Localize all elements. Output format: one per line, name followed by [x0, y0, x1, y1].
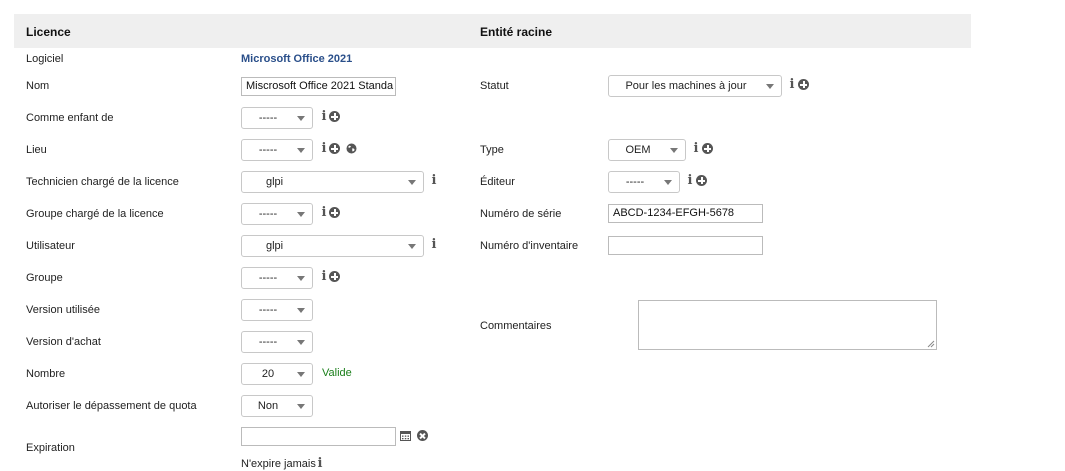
- info-icon[interactable]: i: [321, 110, 327, 123]
- version-utilisee-value: -----: [258, 304, 278, 316]
- editeur-label: Éditeur: [480, 176, 515, 188]
- utilisateur-select[interactable]: glpi: [241, 235, 424, 257]
- chevron-down-icon: [297, 404, 305, 409]
- resize-grip-icon[interactable]: [927, 340, 935, 348]
- type-value: OEM: [625, 144, 651, 156]
- info-icon[interactable]: i: [431, 174, 437, 187]
- comme-enfant-label: Comme enfant de: [26, 112, 114, 124]
- groupe-charge-value: -----: [258, 208, 278, 220]
- groupe-label: Groupe: [26, 272, 63, 284]
- clear-icon[interactable]: [417, 430, 428, 441]
- comme-enfant-select[interactable]: -----: [241, 107, 313, 129]
- version-achat-value: -----: [258, 336, 278, 348]
- info-icon[interactable]: i: [693, 142, 699, 155]
- lieu-label: Lieu: [26, 144, 47, 156]
- commentaires-textarea[interactable]: [638, 300, 937, 350]
- chevron-down-icon: [297, 308, 305, 313]
- lieu-value: -----: [258, 144, 278, 156]
- version-utilisee-select[interactable]: -----: [241, 299, 313, 321]
- serial-input[interactable]: ABCD-1234-EFGH-5678: [608, 204, 763, 223]
- quota-value: Non: [257, 400, 279, 412]
- technicien-value: glpi: [266, 176, 284, 188]
- calendar-icon[interactable]: [400, 430, 411, 441]
- add-circle-icon[interactable]: [329, 271, 340, 282]
- lieu-select[interactable]: -----: [241, 139, 313, 161]
- info-icon[interactable]: i: [321, 270, 327, 283]
- logiciel-label: Logiciel: [26, 53, 64, 65]
- chevron-down-icon: [408, 180, 416, 185]
- info-icon[interactable]: i: [321, 142, 327, 155]
- editeur-select[interactable]: -----: [608, 171, 680, 193]
- statut-value: Pour les machines à jour: [625, 80, 747, 92]
- version-achat-select[interactable]: -----: [241, 331, 313, 353]
- quota-select[interactable]: Non: [241, 395, 313, 417]
- commentaires-label: Commentaires: [480, 320, 552, 332]
- expiration-date-input[interactable]: [241, 427, 396, 446]
- version-achat-label: Version d'achat: [26, 336, 101, 348]
- utilisateur-label: Utilisateur: [26, 240, 75, 252]
- nom-label: Nom: [26, 80, 50, 92]
- add-circle-icon[interactable]: [702, 143, 713, 154]
- nombre-value: 20: [261, 368, 275, 380]
- technicien-label: Technicien chargé de la licence: [26, 176, 179, 188]
- add-circle-icon[interactable]: [329, 143, 340, 154]
- chevron-down-icon: [297, 340, 305, 345]
- nombre-select[interactable]: 20: [241, 363, 313, 385]
- add-circle-icon[interactable]: [329, 207, 340, 218]
- expiration-label: Expiration: [26, 442, 75, 454]
- editeur-value: -----: [625, 176, 645, 188]
- entity-header: Entité racine: [480, 25, 553, 39]
- info-icon[interactable]: i: [317, 457, 323, 470]
- comme-enfant-value: -----: [258, 112, 278, 124]
- chevron-down-icon: [297, 372, 305, 377]
- version-utilisee-label: Version utilisée: [26, 304, 100, 316]
- groupe-charge-label: Groupe chargé de la licence: [26, 208, 164, 220]
- technicien-select[interactable]: glpi: [241, 171, 424, 193]
- chevron-down-icon: [297, 276, 305, 281]
- info-icon[interactable]: i: [431, 238, 437, 251]
- add-circle-icon[interactable]: [696, 175, 707, 186]
- groupe-charge-select[interactable]: -----: [241, 203, 313, 225]
- groupe-value: -----: [258, 272, 278, 284]
- inventory-label: Numéro d'inventaire: [480, 240, 579, 252]
- valid-status: Valide: [322, 367, 352, 379]
- nom-input[interactable]: Miscrosoft Office 2021 Standa: [241, 77, 396, 96]
- chevron-down-icon: [670, 148, 678, 153]
- chevron-down-icon: [766, 84, 774, 89]
- serial-label: Numéro de série: [480, 208, 562, 220]
- statut-label: Statut: [480, 80, 509, 92]
- add-circle-icon[interactable]: [329, 111, 340, 122]
- chevron-down-icon: [408, 244, 416, 249]
- info-icon[interactable]: i: [687, 174, 693, 187]
- type-label: Type: [480, 144, 504, 156]
- info-icon[interactable]: i: [789, 78, 795, 91]
- chevron-down-icon: [297, 148, 305, 153]
- inventory-input[interactable]: [608, 236, 763, 255]
- info-icon[interactable]: i: [321, 206, 327, 219]
- chevron-down-icon: [297, 212, 305, 217]
- chevron-down-icon: [664, 180, 672, 185]
- quota-label: Autoriser le dépassement de quota: [26, 400, 197, 412]
- nombre-label: Nombre: [26, 368, 66, 380]
- utilisateur-value: glpi: [266, 240, 284, 252]
- type-select[interactable]: OEM: [608, 139, 686, 161]
- logiciel-link[interactable]: Microsoft Office 2021: [241, 52, 352, 66]
- add-circle-icon[interactable]: [798, 79, 809, 90]
- statut-select[interactable]: Pour les machines à jour: [608, 75, 782, 97]
- licence-header: Licence: [26, 25, 71, 39]
- groupe-select[interactable]: -----: [241, 267, 313, 289]
- globe-icon[interactable]: [346, 143, 357, 154]
- chevron-down-icon: [297, 116, 305, 121]
